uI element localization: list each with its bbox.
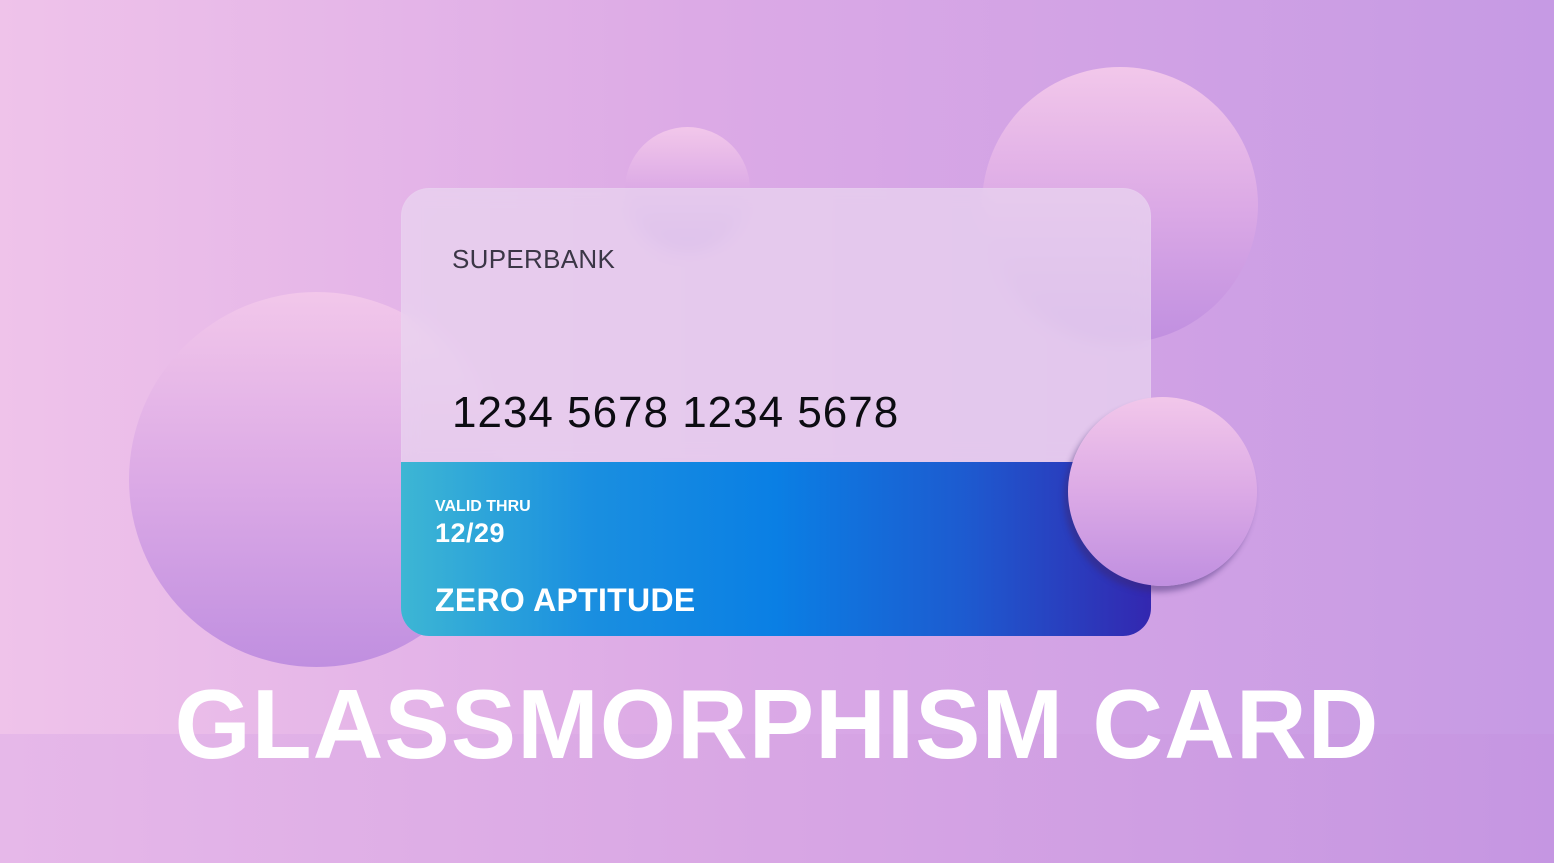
card-glass-panel: SUPERBANK 1234 5678 1234 5678 xyxy=(401,188,1151,462)
card-holder-name: ZERO APTITUDE xyxy=(435,582,696,618)
page-title: GLASSMORPHISM CARD xyxy=(174,669,1380,779)
card-number: 1234 5678 1234 5678 xyxy=(452,388,900,437)
bank-name: SUPERBANK xyxy=(452,244,616,274)
valid-thru-label: VALID THRU xyxy=(435,498,531,515)
card-gradient-stripe: VALID THRU 12/29 ZERO APTITUDE xyxy=(401,462,1151,636)
credit-card: SUPERBANK 1234 5678 1234 5678 VALID THRU… xyxy=(401,188,1151,636)
valid-thru-value: 12/29 xyxy=(435,518,506,548)
decorative-bubble-front xyxy=(1068,397,1257,586)
